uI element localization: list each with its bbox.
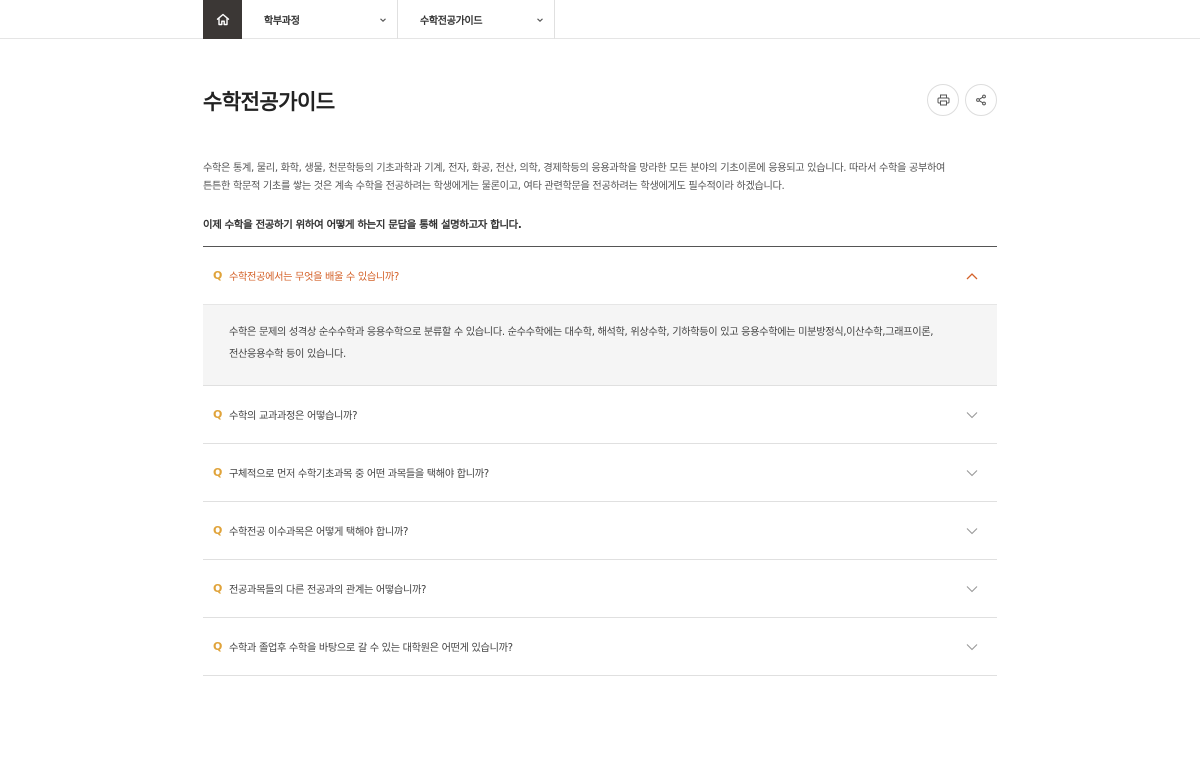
- chevron-down-icon: [965, 408, 979, 422]
- faq-question-text: 수학전공에서는 무엇을 배울 수 있습니까?: [229, 272, 399, 283]
- page-title: 수학전공가이드: [203, 90, 335, 114]
- q-mark: Q: [213, 640, 223, 653]
- q-mark: Q: [213, 269, 223, 282]
- faq-list: Q 수학전공에서는 무엇을 배울 수 있습니까? 수학은 문제의 성격상 순수수…: [203, 246, 997, 676]
- faq-item: Q 수학의 교과과정은 어떻습니까?: [203, 386, 997, 444]
- home-icon: [216, 13, 229, 26]
- faq-question-toggle[interactable]: Q 수학전공 이수과목은 어떻게 택해야 합니까?: [203, 502, 997, 559]
- faq-item: Q 구체적으로 먼저 수학기초과목 중 어떤 과목들을 택해야 합니까?: [203, 444, 997, 502]
- breadcrumb-dropdown-department[interactable]: 학부과정: [242, 0, 398, 39]
- faq-item: Q 수학전공 이수과목은 어떻게 택해야 합니까?: [203, 502, 997, 560]
- breadcrumb-label: 학부과정: [264, 16, 300, 27]
- faq-answer-line: 전산응용수학 등이 있습니다.: [229, 349, 346, 360]
- intro-paragraph: 수학은 통계, 물리, 화학, 생물, 천문학등의 기초과학과 기계, 전자, …: [203, 160, 997, 196]
- chevron-down-icon: [379, 17, 387, 23]
- faq-answer: 수학은 문제의 성격상 순수수학과 응용수학으로 분류할 수 있습니다. 순수수…: [203, 304, 997, 385]
- breadcrumb-dropdown-page[interactable]: 수학전공가이드: [398, 0, 555, 39]
- printer-icon: [937, 94, 949, 106]
- faq-question-toggle[interactable]: Q 수학의 교과과정은 어떻습니까?: [203, 386, 997, 443]
- print-button[interactable]: [927, 84, 959, 116]
- q-mark: Q: [213, 524, 223, 537]
- q-mark: Q: [213, 466, 223, 479]
- faq-answer-line: 수학은 문제의 성격상 순수수학과 응용수학으로 분류할 수 있습니다. 순수수…: [229, 327, 934, 338]
- faq-question-toggle[interactable]: Q 수학과 졸업후 수학을 바탕으로 갈 수 있는 대학원은 어떤게 있습니까?: [203, 618, 997, 675]
- faq-question-toggle[interactable]: Q 구체적으로 먼저 수학기초과목 중 어떤 과목들을 택해야 합니까?: [203, 444, 997, 501]
- faq-question-text: 전공과목들의 다른 전공과의 관계는 어떻습니까?: [229, 585, 427, 596]
- faq-question-text: 구체적으로 먼저 수학기초과목 중 어떤 과목들을 택해야 합니까?: [229, 469, 489, 480]
- faq-item: Q 수학과 졸업후 수학을 바탕으로 갈 수 있는 대학원은 어떤게 있습니까?: [203, 618, 997, 676]
- chevron-down-icon: [965, 466, 979, 480]
- chevron-down-icon: [965, 524, 979, 538]
- faq-item: Q 수학전공에서는 무엇을 배울 수 있습니까? 수학은 문제의 성격상 순수수…: [203, 247, 997, 386]
- faq-question-text: 수학과 졸업후 수학을 바탕으로 갈 수 있는 대학원은 어떤게 있습니까?: [229, 643, 513, 654]
- faq-question-text: 수학전공 이수과목은 어떻게 택해야 합니까?: [229, 527, 409, 538]
- chevron-down-icon: [965, 640, 979, 654]
- faq-item: Q 전공과목들의 다른 전공과의 관계는 어떻습니까?: [203, 560, 997, 618]
- intro-lead: 이제 수학을 전공하기 위하여 어떻게 하는지 문답을 통해 설명하고자 합니다…: [203, 219, 522, 231]
- share-icon: [976, 94, 986, 106]
- chevron-up-icon: [965, 269, 979, 283]
- intro-line: 튼튼한 학문적 기초를 쌓는 것은 계속 수학을 전공하려는 학생에게는 물론이…: [203, 181, 785, 192]
- faq-question-text: 수학의 교과과정은 어떻습니까?: [229, 411, 358, 422]
- share-button[interactable]: [965, 84, 997, 116]
- intro-line: 수학은 통계, 물리, 화학, 생물, 천문학등의 기초과학과 기계, 전자, …: [203, 163, 946, 174]
- q-mark: Q: [213, 408, 223, 421]
- breadcrumb-label: 수학전공가이드: [420, 16, 483, 27]
- chevron-down-icon: [965, 582, 979, 596]
- chevron-down-icon: [536, 17, 544, 23]
- faq-question-toggle[interactable]: Q 전공과목들의 다른 전공과의 관계는 어떻습니까?: [203, 560, 997, 617]
- q-mark: Q: [213, 582, 223, 595]
- faq-question-toggle[interactable]: Q 수학전공에서는 무엇을 배울 수 있습니까?: [203, 247, 997, 304]
- home-button[interactable]: [203, 0, 242, 39]
- location-nav: 학부과정 수학전공가이드: [0, 0, 1200, 39]
